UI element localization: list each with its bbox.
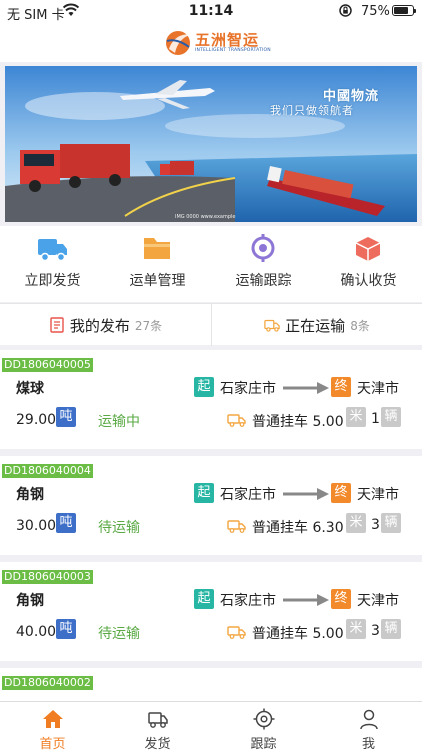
target-icon — [253, 708, 275, 730]
truck-icon — [264, 319, 280, 332]
logo-name: 五洲智运 — [195, 31, 260, 49]
truck-icon — [38, 239, 67, 262]
tab-my-posts[interactable]: 我的发布 27条 — [0, 304, 211, 346]
destination-badge: 终 — [331, 589, 351, 609]
order-status: 运输中 — [98, 414, 140, 430]
order-status: 待运输 — [98, 626, 140, 642]
length-unit-badge: 米 — [346, 407, 366, 427]
origin-badge: 起 — [194, 483, 214, 503]
folder-icon — [144, 238, 170, 259]
quick-action-waybill-management[interactable]: 运单管理 — [105, 226, 210, 302]
quick-action-confirm-receipt[interactable]: 确认收货 — [316, 226, 421, 302]
vehicle-quantity: 3 — [371, 623, 380, 639]
vehicle-quantity: 1 — [371, 411, 380, 427]
origin-badge: 起 — [194, 589, 214, 609]
tab-label: 正在运输 — [285, 316, 346, 335]
tabbar-label: 我 — [361, 737, 375, 750]
length-unit-badge: 米 — [346, 619, 366, 639]
nav-bar: 五洲智运 INTELLIGENT TRANSPORTATION — [0, 22, 422, 62]
battery-icon — [392, 5, 416, 16]
order-tabs: 我的发布 27条 正在运输 8条 — [0, 303, 422, 346]
package-icon — [355, 237, 381, 261]
quick-action-tracking[interactable]: 运输跟踪 — [211, 226, 316, 302]
order-id-badge: DD1806040003 — [2, 570, 93, 584]
goods-name: 角钢 — [16, 487, 44, 503]
battery-level-fill — [394, 7, 408, 14]
order-id-badge: DD1806040005 — [2, 358, 93, 372]
rotation-lock-icon — [339, 4, 352, 17]
weight-unit-badge: 吨 — [56, 619, 76, 639]
location-icon — [251, 234, 275, 262]
document-icon — [50, 317, 64, 333]
goods-name: 煤球 — [16, 381, 44, 397]
tabbar-label: 发货 — [144, 737, 171, 750]
tabbar-home[interactable]: 首页 — [0, 702, 105, 750]
tabbar-ship[interactable]: 发货 — [105, 702, 210, 750]
quantity-unit-badge: 辆 — [381, 407, 401, 427]
svg-text:IMG 0000 www.example: IMG 0000 www.example — [175, 214, 236, 220]
vehicle-quantity: 3 — [371, 517, 380, 533]
promo-banner[interactable]: IMG 0000 www.example 中國物流 我们只做领航者 — [5, 66, 417, 222]
logo-subtitle: INTELLIGENT TRANSPORTATION — [195, 48, 271, 53]
goods-name: 角钢 — [16, 593, 44, 609]
order-id-badge: DD1806040002 — [2, 676, 93, 690]
quick-action-label: 立即发货 — [24, 273, 81, 289]
clock: 11:14 — [188, 3, 234, 19]
logo-mark-icon — [166, 31, 190, 55]
order-card[interactable]: DD1806040005 煤球 29.00 吨 运输中 起 石家庄市 终 天津市… — [0, 350, 422, 449]
tab-count: 27条 — [134, 318, 163, 333]
truck-icon — [227, 520, 246, 533]
weight-value: 40.00 — [16, 624, 57, 640]
tab-count: 8条 — [350, 318, 370, 333]
order-card[interactable]: DD1806040003 角钢 40.00 吨 待运输 起 石家庄市 终 天津市… — [0, 562, 422, 661]
tabbar-label: 首页 — [39, 737, 66, 750]
truck-icon — [148, 712, 168, 728]
order-list: DD1806040005 煤球 29.00 吨 运输中 起 石家庄市 终 天津市… — [0, 350, 422, 706]
tab-label: 我的发布 — [69, 316, 130, 335]
quick-action-label: 运输跟踪 — [235, 273, 292, 289]
destination-city: 天津市 — [357, 487, 399, 503]
weight-unit-badge: 吨 — [56, 407, 76, 427]
tab-in-transit[interactable]: 正在运输 8条 — [211, 304, 422, 346]
length-unit-badge: 米 — [346, 513, 366, 533]
user-icon — [360, 709, 378, 730]
quick-action-ship-now[interactable]: 立即发货 — [0, 226, 105, 302]
weight-value: 29.00 — [16, 412, 57, 428]
destination-city: 天津市 — [357, 381, 399, 397]
truck-icon — [227, 414, 246, 427]
vehicle-spec: 普通挂车 5.00 — [252, 626, 344, 642]
vehicle-spec: 普通挂车 6.30 — [252, 520, 344, 536]
destination-badge: 终 — [331, 483, 351, 503]
battery-percent: 75% — [361, 4, 390, 19]
app-logo: 五洲智运 INTELLIGENT TRANSPORTATION — [163, 28, 271, 58]
bottom-tab-bar: 首页 发货 跟踪 我 — [0, 701, 422, 750]
arrow-right-icon — [283, 594, 329, 606]
truck-icon — [227, 626, 246, 639]
weight-value: 30.00 — [16, 518, 57, 534]
banner-subtitle: 我们只做领航者 — [270, 104, 354, 117]
destination-city: 天津市 — [357, 593, 399, 609]
order-id-badge: DD1806040004 — [2, 464, 93, 478]
tabbar-track[interactable]: 跟踪 — [211, 702, 316, 750]
quantity-unit-badge: 辆 — [381, 619, 401, 639]
arrow-right-icon — [283, 382, 329, 394]
origin-city: 石家庄市 — [220, 381, 276, 397]
tabbar-me[interactable]: 我 — [316, 702, 421, 750]
home-icon — [43, 710, 63, 728]
weight-unit-badge: 吨 — [56, 513, 76, 533]
tabbar-label: 跟踪 — [250, 737, 277, 750]
destination-badge: 终 — [331, 377, 351, 397]
quantity-unit-badge: 辆 — [381, 513, 401, 533]
origin-badge: 起 — [194, 377, 214, 397]
origin-city: 石家庄市 — [220, 593, 276, 609]
origin-city: 石家庄市 — [220, 487, 276, 503]
vehicle-spec: 普通挂车 5.00 — [252, 414, 344, 430]
quick-actions: 立即发货 运单管理 运输跟踪 确认收货 — [0, 226, 422, 302]
order-card[interactable]: DD1806040004 角钢 30.00 吨 待运输 起 石家庄市 终 天津市… — [0, 456, 422, 555]
quick-action-label: 运单管理 — [129, 273, 186, 289]
status-bar: 无 SIM 卡 11:14 75% — [0, 0, 422, 23]
quick-action-label: 确认收货 — [340, 273, 397, 289]
arrow-right-icon — [283, 488, 329, 500]
order-status: 待运输 — [98, 520, 140, 536]
